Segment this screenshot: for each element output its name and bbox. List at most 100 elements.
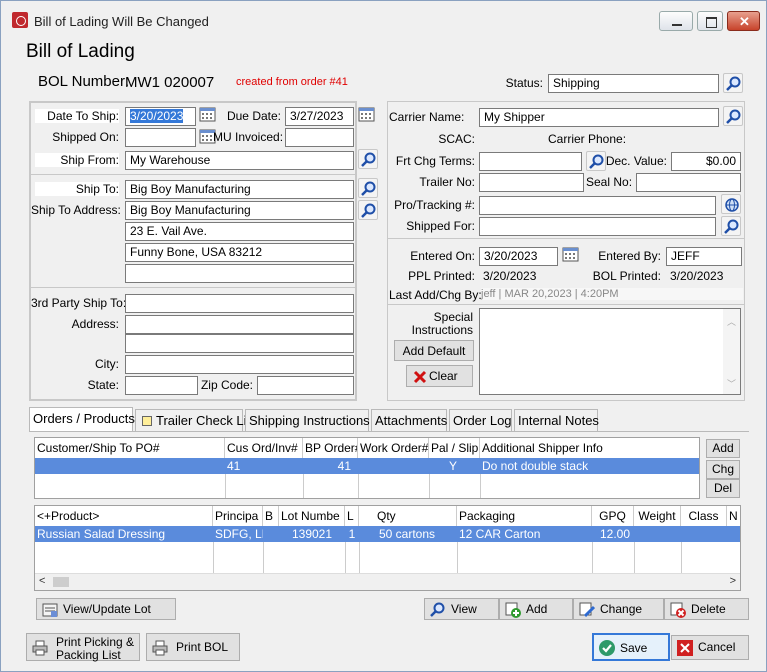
col-header-weight[interactable]: Weight <box>634 506 681 526</box>
col-header-customer-po[interactable]: Customer/Ship To PO# <box>35 438 225 458</box>
trailer-no-field[interactable] <box>479 173 584 192</box>
status-field[interactable]: Shipping <box>548 74 719 93</box>
col-header-l[interactable]: L <box>345 506 359 526</box>
maximize-button[interactable] <box>697 11 723 31</box>
delete-product-button[interactable]: Delete <box>664 598 749 620</box>
close-button[interactable] <box>727 11 760 31</box>
frt-chg-terms-field[interactable] <box>479 152 582 171</box>
col-header-work-order[interactable]: Work Order# <box>358 438 429 458</box>
products-grid[interactable]: <+Product> Principa B Lot Numbe L Qty Pa… <box>34 505 741 591</box>
lot-icon <box>42 603 58 617</box>
table-row[interactable]: 41 41 Y Do not double stack <box>35 458 699 474</box>
col-header-class[interactable]: Class <box>681 506 727 526</box>
frt-chg-terms-lookup-button[interactable] <box>586 151 606 171</box>
search-icon <box>724 219 739 234</box>
view-update-lot-button[interactable]: View/Update Lot <box>36 598 176 620</box>
col-header-product[interactable]: <+Product> <box>35 506 213 526</box>
address-line1-field[interactable] <box>125 315 354 334</box>
divider <box>30 287 356 288</box>
status-lookup-button[interactable] <box>723 73 743 93</box>
shipped-on-field[interactable] <box>125 128 196 147</box>
col-header-principal[interactable]: Principa <box>213 506 263 526</box>
order-chg-button[interactable]: Chg <box>706 460 740 479</box>
ship-to-address-lookup-button[interactable] <box>358 200 378 220</box>
add-default-button[interactable]: Add Default <box>394 340 474 361</box>
address-line2-field[interactable] <box>125 334 354 353</box>
entered-by-label: Entered By: <box>598 249 661 263</box>
calendar-icon[interactable] <box>199 106 216 122</box>
ship-to-address-line4[interactable] <box>125 264 354 283</box>
col-header-additional-info[interactable]: Additional Shipper Info <box>480 438 699 458</box>
ship-from-lookup-button[interactable] <box>358 149 378 169</box>
mu-invoiced-field[interactable] <box>285 128 354 147</box>
print-bol-button[interactable]: Print BOL <box>146 633 240 661</box>
city-field[interactable] <box>125 355 354 374</box>
shipped-for-lookup-button[interactable] <box>721 216 741 236</box>
products-hscrollbar[interactable]: < > <box>35 573 740 590</box>
instructions-scrollbar[interactable]: ︿ ﹀ <box>723 309 740 394</box>
save-button[interactable]: Save <box>592 633 670 661</box>
col-header-qty[interactable]: Qty <box>359 506 457 526</box>
ship-to-lookup-button[interactable] <box>358 178 378 198</box>
col-header-gpq[interactable]: GPQ <box>592 506 634 526</box>
due-date-field[interactable]: 3/27/2023 <box>285 107 354 126</box>
tab-orders-products[interactable]: Orders / Products <box>29 407 135 432</box>
col-header-b[interactable]: B <box>263 506 279 526</box>
col-header-lot-number[interactable]: Lot Numbe <box>279 506 345 526</box>
col-header-pal-slip[interactable]: Pal / Slip <box>429 438 480 458</box>
tab-underline <box>29 431 749 432</box>
tab-trailer-check-list-label: Trailer Check List <box>156 413 257 428</box>
ship-to-address-line3[interactable]: Funny Bone, USA 83212 <box>125 243 354 262</box>
ship-to-address-label: Ship To Address: <box>31 203 121 217</box>
change-product-button[interactable]: Change <box>573 598 664 620</box>
pro-tracking-field[interactable] <box>479 196 716 215</box>
add-product-button[interactable]: Add <box>499 598 573 620</box>
cancel-button[interactable]: Cancel <box>671 635 749 660</box>
entered-on-field[interactable]: 3/20/2023 <box>479 247 558 266</box>
tab-trailer-check-list[interactable]: Trailer Check List <box>135 409 257 432</box>
delete-product-label: Delete <box>691 602 726 616</box>
col-line <box>457 542 458 574</box>
table-row[interactable]: Russian Salad Dressing SDFG, LI 139021 1… <box>35 526 740 542</box>
scroll-right-icon[interactable]: > <box>730 575 736 587</box>
orders-grid[interactable]: Customer/Ship To PO# Cus Ord/Inv# BP Ord… <box>34 437 700 499</box>
ship-to-address-line2[interactable]: 23 E. Vail Ave. <box>125 222 354 241</box>
tracking-globe-button[interactable] <box>721 194 741 214</box>
clear-button[interactable]: Clear <box>406 365 473 387</box>
order-del-button[interactable]: Del <box>706 479 740 498</box>
entered-by-field[interactable]: JEFF <box>666 247 742 266</box>
zip-code-field[interactable] <box>257 376 354 395</box>
col-header-n[interactable]: N <box>727 506 740 526</box>
date-to-ship-field[interactable]: 3/20/2023 <box>125 107 196 126</box>
view-button[interactable]: View <box>424 598 499 620</box>
tab-attachments[interactable]: Attachments <box>371 409 447 432</box>
print-picking-packing-button[interactable]: Print Picking & Packing List <box>26 633 140 662</box>
special-instructions-textarea[interactable] <box>479 308 741 395</box>
ship-from-field[interactable]: My Warehouse <box>125 151 354 170</box>
last-add-chg-value: jeff | MAR 20,2023 | 4:20PM <box>481 288 743 300</box>
minimize-button[interactable] <box>659 11 693 31</box>
scroll-thumb[interactable] <box>53 577 69 587</box>
address-label: Address: <box>71 317 119 331</box>
carrier-lookup-button[interactable] <box>723 106 743 126</box>
scroll-left-icon[interactable]: < <box>39 575 45 587</box>
calendar-icon[interactable] <box>358 106 375 122</box>
search-icon <box>726 109 741 124</box>
col-header-cus-ord[interactable]: Cus Ord/Inv# <box>225 438 303 458</box>
state-field[interactable] <box>125 376 198 395</box>
col-header-packaging[interactable]: Packaging <box>457 506 592 526</box>
order-add-button[interactable]: Add <box>706 439 740 458</box>
dec-value-field[interactable]: $0.00 <box>671 152 741 171</box>
col-header-bp-order[interactable]: BP Order# <box>303 438 358 458</box>
calendar-icon[interactable] <box>562 246 579 262</box>
ship-to-address-line1[interactable]: Big Boy Manufacturing <box>125 201 354 220</box>
seal-no-field[interactable] <box>636 173 741 192</box>
ship-to-field[interactable]: Big Boy Manufacturing <box>125 180 354 199</box>
tab-shipping-instructions[interactable]: Shipping Instructions <box>245 409 370 432</box>
tab-order-log[interactable]: Order Log <box>449 409 512 432</box>
carrier-name-field[interactable]: My Shipper <box>479 108 719 127</box>
shipped-for-field[interactable] <box>479 217 716 236</box>
tab-internal-notes[interactable]: Internal Notes <box>514 409 599 432</box>
bol-printed-label: BOL Printed: <box>592 269 661 283</box>
third-party-ship-to-field[interactable] <box>125 294 354 313</box>
